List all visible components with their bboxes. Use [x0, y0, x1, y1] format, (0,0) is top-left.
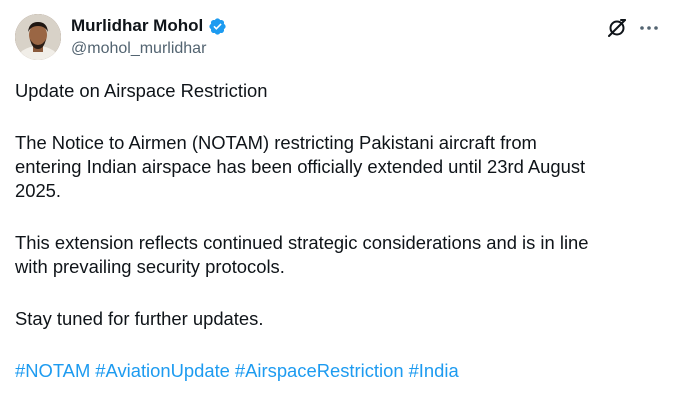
user-handle[interactable]: @mohol_murlidhar: [71, 39, 227, 59]
paragraph-2-line-1: This extension reflects continued strate…: [15, 232, 589, 253]
paragraph-1-line-3: 2025.: [15, 180, 62, 201]
tweet-text: Update on Airspace Restriction The Notic…: [15, 79, 665, 383]
hashtag-notam[interactable]: #NOTAM: [15, 359, 90, 383]
author-block: Murlidhar Mohol @mohol_murlidhar: [71, 15, 227, 59]
post-title: Update on Airspace Restriction: [15, 80, 268, 101]
paragraph-1-line-2: entering Indian airspace has been offici…: [15, 156, 586, 177]
verified-badge-icon: [208, 17, 227, 36]
grok-icon[interactable]: [606, 17, 628, 39]
hashtag-aviationupdate[interactable]: #AviationUpdate: [95, 359, 230, 383]
hashtag-india[interactable]: #India: [409, 359, 459, 383]
more-options-icon[interactable]: [638, 17, 660, 39]
paragraph-2-line-2: with prevailing security protocols.: [15, 256, 285, 277]
name-row: Murlidhar Mohol: [71, 15, 227, 37]
paragraph-3: Stay tuned for further updates.: [15, 308, 264, 329]
tweet-card: Murlidhar Mohol @mohol_murlidhar Update …: [0, 0, 680, 407]
avatar[interactable]: [15, 14, 61, 60]
paragraph-1-line-1: The Notice to Airmen (NOTAM) restricting…: [15, 132, 537, 153]
hashtag-airspacerestriction[interactable]: #AirspaceRestriction: [235, 359, 404, 383]
display-name[interactable]: Murlidhar Mohol: [71, 15, 203, 37]
hashtag-list: #NOTAM #AviationUpdate #AirspaceRestrict…: [15, 359, 665, 383]
